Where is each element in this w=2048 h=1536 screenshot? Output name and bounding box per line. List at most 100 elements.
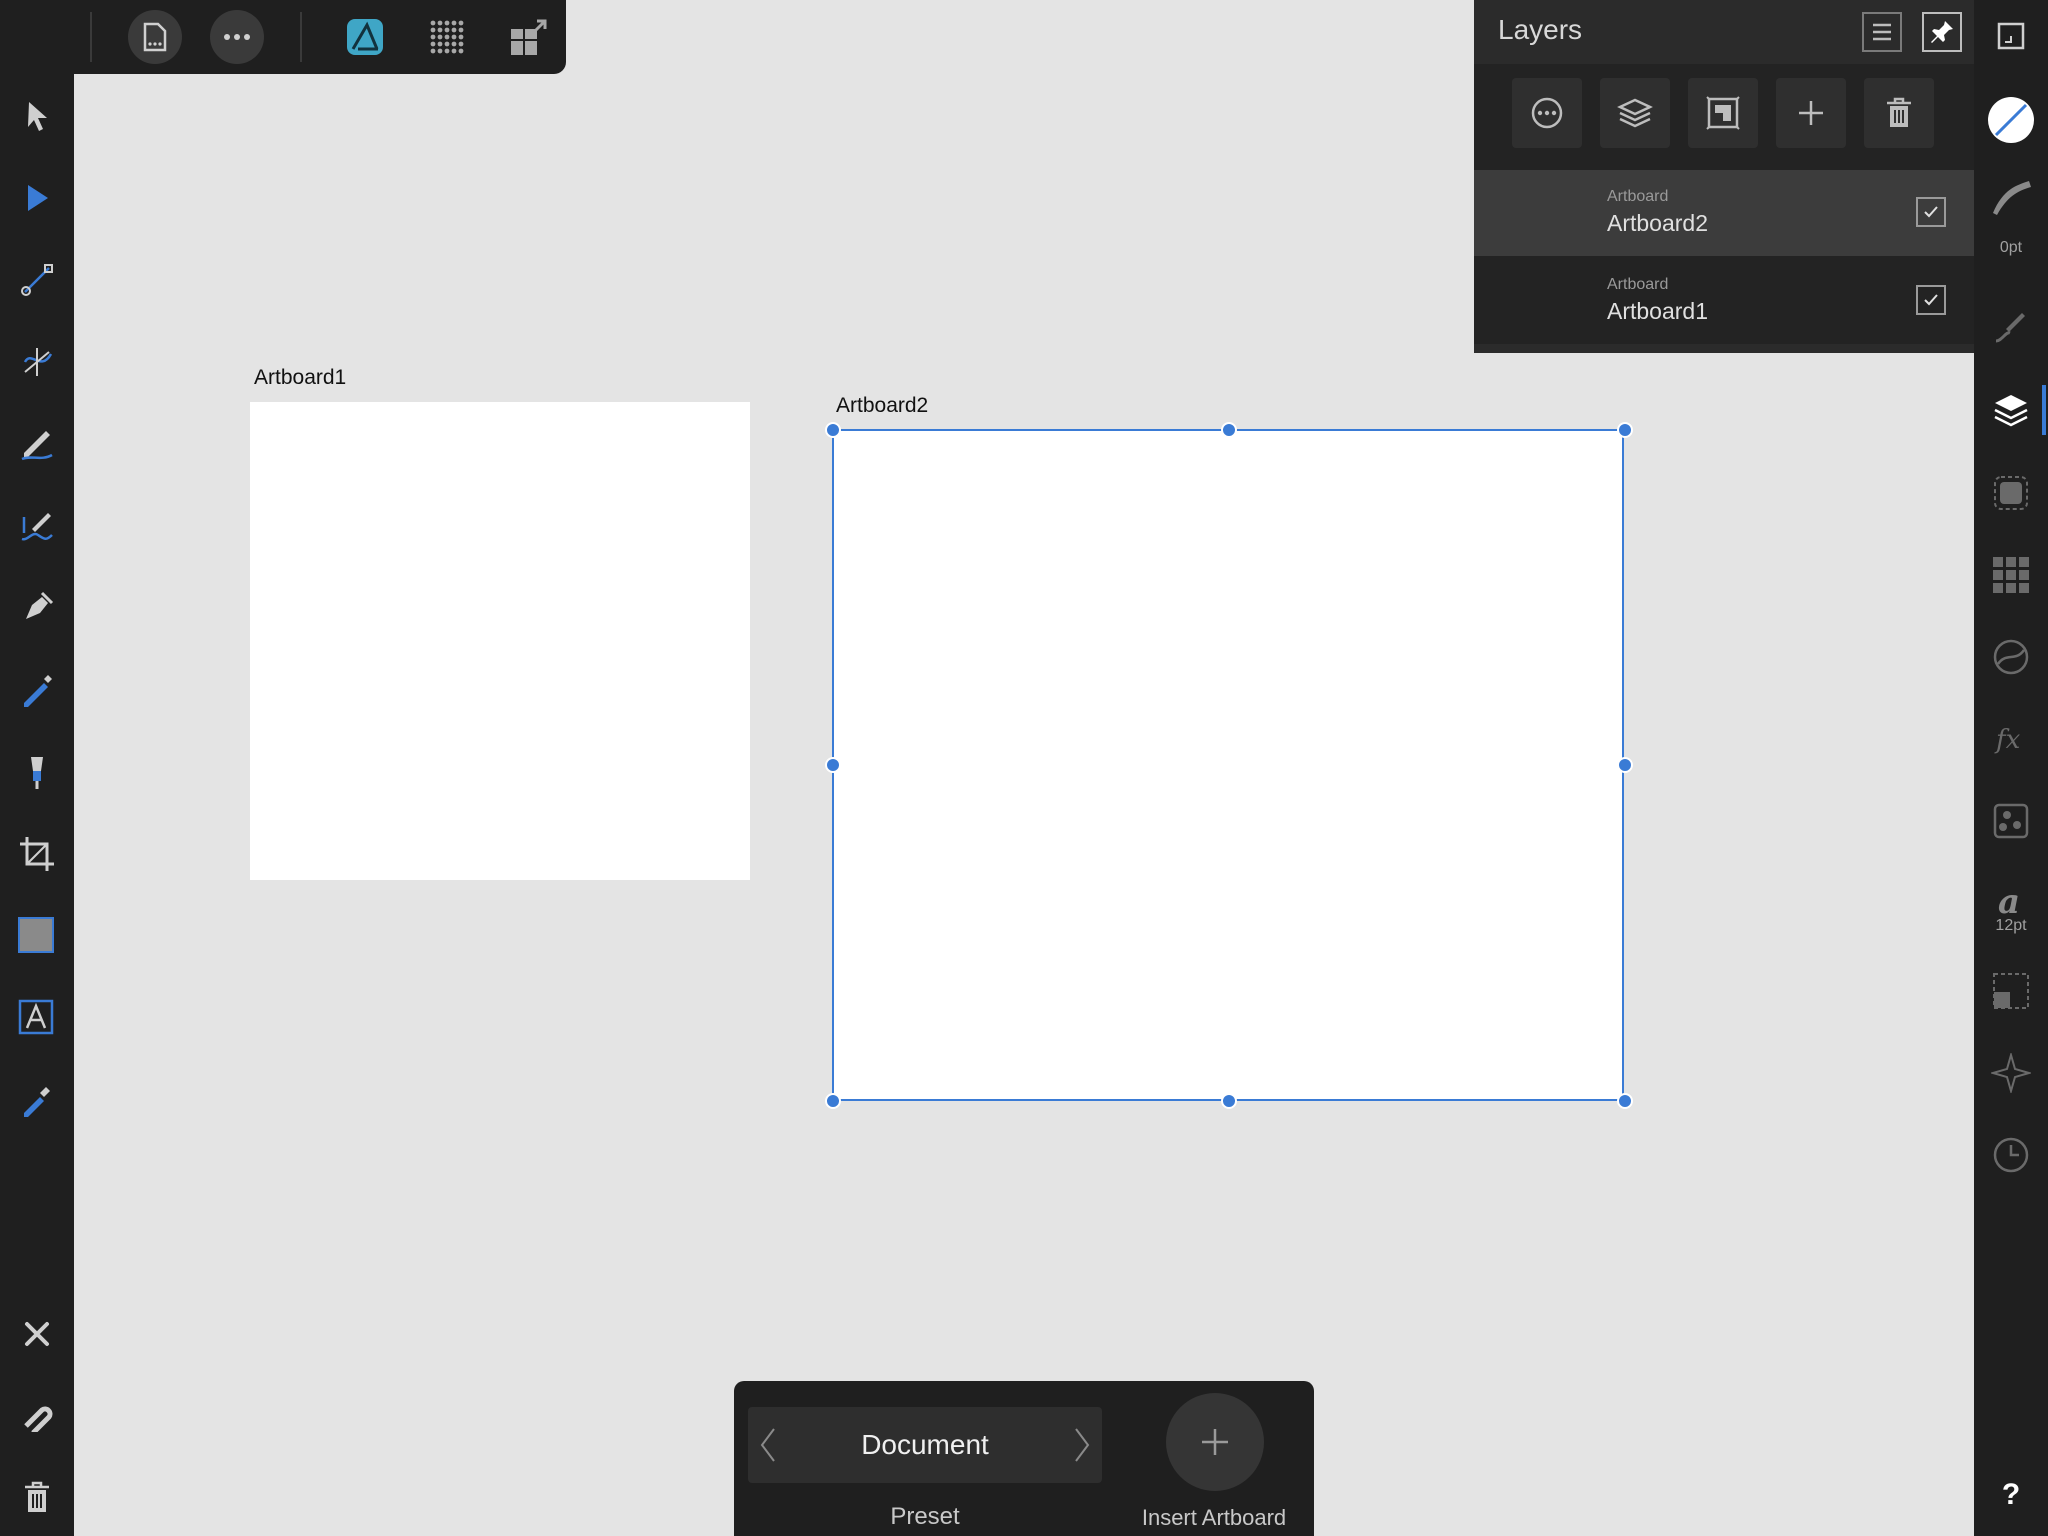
layer-row-artboard1[interactable]: Artboard Artboard1 [1474, 258, 1974, 344]
selection-handle-bottom[interactable] [1221, 1093, 1237, 1109]
export-persona-button[interactable] [502, 10, 556, 64]
preset-selector[interactable]: Document [748, 1407, 1102, 1483]
stroke-button[interactable] [1984, 170, 2038, 224]
layers-studio-button[interactable] [1984, 383, 2038, 437]
color-button[interactable] [1984, 93, 2038, 147]
transparency-tool[interactable] [10, 745, 64, 799]
artboard2-label: Artboard2 [836, 394, 929, 417]
history-button[interactable] [1984, 1128, 2038, 1182]
close-icon [23, 1320, 51, 1348]
brush-icon [1992, 307, 2030, 345]
selection-handle-bottom-right[interactable] [1617, 1093, 1633, 1109]
help-button[interactable]: ? [1974, 1478, 2048, 1512]
pencil-tool-icon [18, 425, 56, 463]
shape-tool-icon [17, 916, 57, 956]
toolbar-divider [300, 12, 302, 62]
shape-tool[interactable] [10, 909, 64, 963]
selection-handle-top-right[interactable] [1617, 422, 1633, 438]
layer-options-icon [1530, 96, 1564, 130]
add-layer-button[interactable] [1776, 78, 1846, 148]
fullscreen-icon [1996, 21, 2026, 51]
vector-brush-tool[interactable] [10, 499, 64, 553]
text-tool[interactable] [10, 991, 64, 1045]
layer-type: Artboard [1607, 188, 1669, 205]
insert-artboard-label: Insert Artboard [1141, 1505, 1287, 1530]
fill-tool[interactable] [10, 663, 64, 717]
tools-panel [0, 74, 74, 1536]
snapping-button[interactable] [10, 1388, 64, 1442]
move-tool-icon [20, 99, 54, 133]
more-button[interactable] [210, 10, 264, 64]
context-toolbar: Document Preset Insert Artboard [734, 1381, 1314, 1536]
pixel-persona-icon [428, 18, 466, 56]
swatches-grid-icon [1992, 556, 2030, 594]
transform-button[interactable] [1984, 964, 2038, 1018]
close-button[interactable] [10, 1307, 64, 1361]
svg-text:fx: fx [1994, 725, 2021, 755]
artboard1[interactable] [250, 402, 750, 880]
more-icon [222, 32, 252, 42]
checkmark-icon [1921, 202, 1941, 222]
selection-handle-top[interactable] [1221, 422, 1237, 438]
layer-row-artboard2[interactable]: Artboard Artboard2 [1474, 170, 1974, 256]
color-picker-tool-icon [18, 1081, 56, 1119]
delete-layer-icon [1885, 97, 1913, 129]
text-tool-icon [17, 998, 57, 1038]
node-tool[interactable] [10, 171, 64, 225]
artboard2[interactable] [832, 429, 1624, 1101]
point-transform-tool-icon [19, 344, 55, 380]
tools-panel-top [0, 0, 74, 74]
layer-type: Artboard [1607, 276, 1669, 293]
document-icon [142, 22, 168, 52]
point-transform-tool[interactable] [10, 335, 64, 389]
appearance-button[interactable] [1984, 466, 2038, 520]
designer-persona-button[interactable] [338, 10, 392, 64]
insert-artboard-button[interactable] [1166, 1393, 1264, 1491]
delete-button[interactable] [10, 1470, 64, 1524]
crop-tool[interactable] [10, 827, 64, 881]
brushes-button[interactable] [1984, 299, 2038, 353]
navigator-icon [1991, 1053, 2031, 1093]
layers-icon [1992, 392, 2030, 428]
export-persona-icon [509, 17, 549, 57]
swatches-button[interactable] [1984, 548, 2038, 602]
stroke-width-value: 0pt [1999, 239, 2023, 256]
font-icon: a [1992, 883, 2030, 919]
selection-handle-right[interactable] [1617, 757, 1633, 773]
preset-label: Preset [890, 1503, 960, 1530]
styles-button[interactable] [1984, 794, 2038, 848]
layer-options-button[interactable] [1512, 78, 1582, 148]
fullscreen-button[interactable] [1984, 9, 2038, 63]
layer-visibility-checkbox[interactable] [1916, 285, 1946, 315]
selection-handle-left[interactable] [825, 757, 841, 773]
layer-name: Artboard1 [1607, 298, 1709, 324]
preset-next-button[interactable] [1072, 1427, 1092, 1463]
corner-tool[interactable] [10, 253, 64, 307]
layer-stack-icon [1617, 96, 1653, 130]
history-clock-icon [1992, 1136, 2030, 1174]
move-tool[interactable] [10, 89, 64, 143]
delete-layer-button[interactable] [1864, 78, 1934, 148]
pin-panel-button[interactable] [1922, 12, 1962, 52]
layers-header: Layers [1474, 0, 1974, 64]
document-button[interactable] [128, 10, 182, 64]
menu-icon [1871, 22, 1893, 42]
selection-handle-top-left[interactable] [825, 422, 841, 438]
selection-handle-bottom-left[interactable] [825, 1093, 841, 1109]
vector-brush-tool-icon [18, 507, 56, 545]
styles-icon [1993, 803, 2029, 839]
mask-button[interactable] [1688, 78, 1758, 148]
layers-menu-button[interactable] [1862, 12, 1902, 52]
color-picker-tool[interactable] [10, 1073, 64, 1127]
pencil-tool[interactable] [10, 417, 64, 471]
layers-panel: Layers Artboard Artboard2 Artboard Artbo… [1474, 0, 1974, 353]
layer-stack-button[interactable] [1600, 78, 1670, 148]
pen-tool[interactable] [10, 581, 64, 635]
layers-title: Layers [1498, 14, 1583, 45]
effects-button[interactable]: fx [1984, 712, 2038, 766]
layer-visibility-checkbox[interactable] [1916, 197, 1946, 227]
pixel-persona-button[interactable] [420, 10, 474, 64]
adjustments-button[interactable] [1984, 630, 2038, 684]
navigator-button[interactable] [1984, 1046, 2038, 1100]
fx-icon: fx [1992, 722, 2030, 756]
